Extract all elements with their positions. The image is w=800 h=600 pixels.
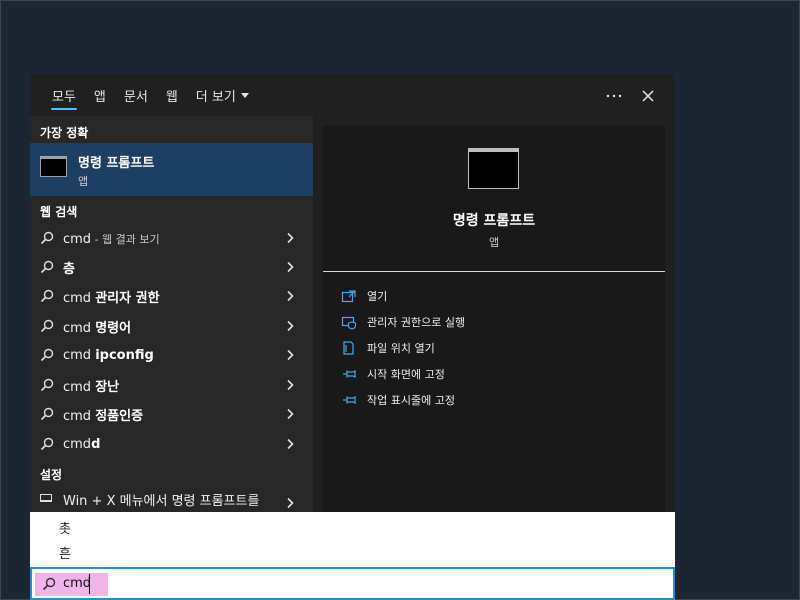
ime-candidate-window: 촛 흔 bbox=[30, 512, 675, 567]
web-result-bold: 정품인증 bbox=[95, 409, 144, 424]
best-match-item[interactable]: 명령 프롬프트 앱 bbox=[30, 143, 313, 196]
text-cursor bbox=[89, 574, 90, 594]
settings-row[interactable]: Win + X 메뉴에서 명령 프롬프트를 bbox=[30, 485, 313, 514]
open-icon bbox=[341, 290, 356, 303]
close-icon[interactable] bbox=[636, 84, 660, 108]
command-prompt-large-icon bbox=[468, 148, 519, 189]
chevron-right-icon bbox=[287, 261, 294, 273]
action-pin-to-taskbar[interactable]: 작업 표시줄에 고정 bbox=[341, 390, 455, 410]
web-result-row[interactable]: cmd 정품인증 bbox=[30, 400, 313, 429]
search-icon bbox=[40, 348, 54, 362]
shield-icon bbox=[341, 316, 357, 330]
search-icon bbox=[40, 319, 54, 333]
tab-more[interactable]: 더 보기 bbox=[187, 74, 258, 116]
web-result-label: cmd 관리자 권한 bbox=[63, 287, 160, 306]
pin-icon bbox=[343, 370, 356, 378]
search-icon bbox=[40, 231, 54, 245]
search-box[interactable]: cmd bbox=[30, 567, 675, 600]
ime-candidate[interactable]: 촛 bbox=[59, 518, 71, 537]
tab-documents[interactable]: 문서 bbox=[115, 74, 157, 116]
web-result-label: cmd 장난 bbox=[63, 376, 119, 395]
web-result-bold: 층 bbox=[63, 262, 75, 277]
web-result-row[interactable]: cmdd bbox=[30, 430, 313, 459]
command-prompt-icon bbox=[40, 156, 67, 177]
caret-down-icon bbox=[240, 92, 249, 98]
best-match-heading: 가장 정확 bbox=[40, 126, 89, 140]
web-result-bold: 명령어 bbox=[95, 321, 132, 336]
web-result-row[interactable]: cmd 장난 bbox=[30, 371, 313, 400]
web-result-label: cmd - 웹 결과 보기 bbox=[63, 231, 160, 247]
preview-type: 앱 bbox=[488, 236, 500, 249]
web-result-bold: 관리자 권한 bbox=[95, 291, 160, 306]
web-result-query: cmd bbox=[63, 348, 96, 363]
action-run-as-admin-label: 관리자 권한으로 실행 bbox=[367, 316, 466, 329]
best-match-type: 앱 bbox=[78, 175, 89, 188]
action-open-file-location[interactable]: 파일 위치 열기 bbox=[341, 338, 435, 358]
web-result-bold: ipconfig bbox=[95, 348, 154, 363]
action-open[interactable]: 열기 bbox=[341, 286, 387, 306]
web-result-row[interactable]: cmd 관리자 권한 bbox=[30, 282, 313, 311]
chevron-right-icon bbox=[287, 408, 294, 420]
ellipsis-icon[interactable] bbox=[602, 84, 626, 108]
web-result-row[interactable]: cmd ipconfig bbox=[30, 341, 313, 370]
preview-divider bbox=[323, 271, 665, 272]
action-pin-to-start-label: 시작 화면에 고정 bbox=[367, 368, 445, 381]
settings-heading: 설정 bbox=[40, 468, 63, 482]
action-open-label: 열기 bbox=[367, 290, 388, 303]
web-result-suffix: - 웹 결과 보기 bbox=[91, 232, 160, 246]
web-result-query: cmd bbox=[63, 291, 96, 306]
best-match-name: 명령 프롬프트 bbox=[78, 156, 155, 171]
chevron-right-icon bbox=[287, 497, 294, 509]
search-icon bbox=[40, 289, 54, 303]
web-result-bold: 장난 bbox=[95, 380, 120, 395]
web-result-row[interactable]: cmd - 웹 결과 보기 bbox=[30, 224, 313, 253]
search-icon bbox=[40, 407, 54, 421]
action-pin-to-taskbar-label: 작업 표시줄에 고정 bbox=[367, 394, 455, 407]
web-result-label: cmd 정품인증 bbox=[63, 405, 143, 424]
search-icon bbox=[40, 378, 54, 392]
ime-candidate[interactable]: 흔 bbox=[59, 543, 71, 562]
web-result-label: cmd ipconfig bbox=[63, 348, 154, 363]
action-pin-to-start[interactable]: 시작 화면에 고정 bbox=[341, 364, 445, 384]
search-icon bbox=[40, 437, 54, 451]
web-result-label: cmd 명령어 bbox=[63, 317, 131, 336]
web-result-query: cmd bbox=[63, 437, 92, 452]
preview-title: 명령 프롬프트 bbox=[452, 213, 536, 229]
filter-tabs: 모두 앱 문서 웹 더 보기 bbox=[30, 74, 675, 116]
web-result-query: cmd bbox=[63, 231, 92, 247]
web-result-query: cmd bbox=[63, 321, 96, 336]
tab-apps[interactable]: 앱 bbox=[85, 74, 115, 116]
web-search-heading: 웹 검색 bbox=[40, 205, 78, 219]
web-result-row[interactable]: 층 bbox=[30, 253, 313, 282]
chevron-right-icon bbox=[287, 438, 294, 450]
web-result-label: 층 bbox=[63, 258, 75, 277]
web-result-query: cmd bbox=[63, 380, 96, 395]
chevron-right-icon bbox=[287, 379, 294, 391]
search-icon bbox=[42, 577, 56, 591]
chevron-right-icon bbox=[287, 349, 294, 361]
tab-all[interactable]: 모두 bbox=[43, 74, 85, 116]
tab-web[interactable]: 웹 bbox=[157, 74, 187, 116]
monitor-icon bbox=[40, 494, 52, 502]
settings-label: Win + X 메뉴에서 명령 프롬프트를 bbox=[63, 494, 260, 509]
web-result-row[interactable]: cmd 명령어 bbox=[30, 312, 313, 341]
pin-icon bbox=[343, 396, 356, 404]
chevron-right-icon bbox=[287, 290, 294, 302]
search-input[interactable]: cmd bbox=[63, 576, 91, 591]
search-icon bbox=[40, 260, 54, 274]
action-open-file-location-label: 파일 위치 열기 bbox=[367, 342, 435, 355]
file-location-icon bbox=[343, 341, 354, 355]
chevron-right-icon bbox=[287, 232, 294, 244]
tab-more-label: 더 보기 bbox=[195, 89, 236, 105]
action-run-as-admin[interactable]: 관리자 권한으로 실행 bbox=[341, 312, 465, 332]
web-result-query: cmd bbox=[63, 409, 96, 424]
web-result-bold: d bbox=[91, 437, 101, 452]
chevron-right-icon bbox=[287, 320, 294, 332]
web-result-label: cmdd bbox=[63, 437, 100, 452]
